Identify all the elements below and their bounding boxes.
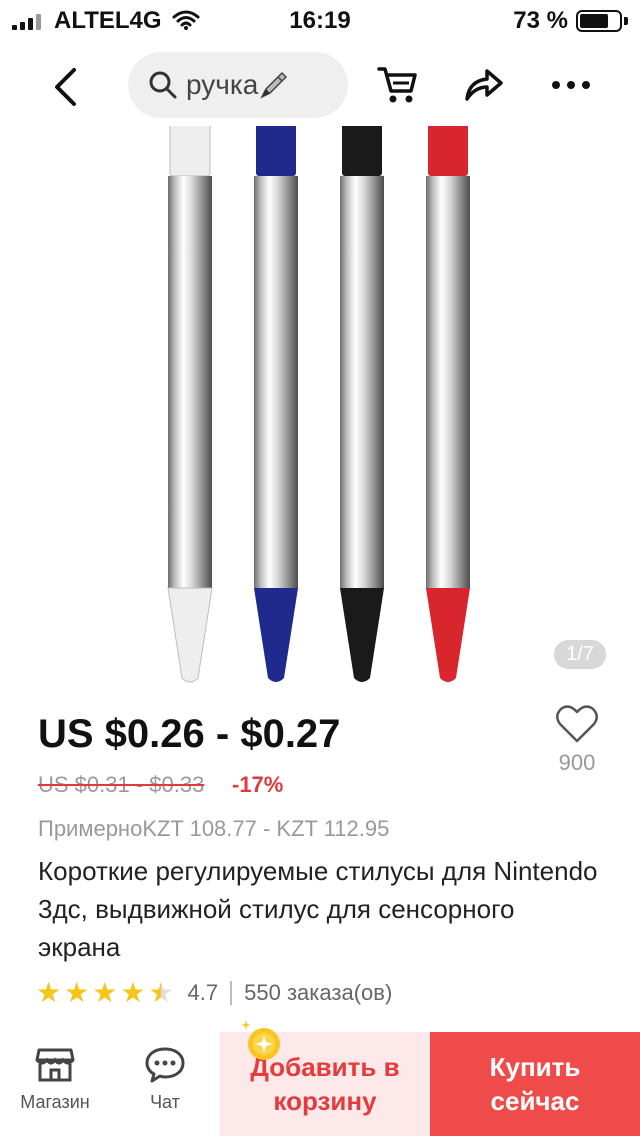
half-star-icon: ★ <box>148 977 174 1008</box>
image-counter: 1/7 <box>554 640 606 669</box>
more-button[interactable] <box>546 60 596 110</box>
rating-row[interactable]: ★ ★ ★ ★ ★ 4.7 550 заказа(ов) <box>36 978 392 1008</box>
wishlist-button[interactable]: 900 <box>552 704 602 776</box>
battery-percent: 73 % <box>513 7 568 34</box>
orders-count: 550 заказа(ов) <box>244 980 393 1005</box>
back-button[interactable] <box>40 62 90 112</box>
heart-icon <box>556 705 598 743</box>
chat-tab[interactable]: Чат <box>120 1046 210 1113</box>
search-icon <box>149 71 177 99</box>
divider <box>230 981 233 1005</box>
coin-icon <box>241 1020 280 1060</box>
price: US $0.26 - $0.27 <box>38 712 341 756</box>
search-query: ручка <box>186 69 259 100</box>
buy-now-button[interactable]: Купить сейчас <box>430 1032 640 1136</box>
discount-badge: -17% <box>232 772 284 797</box>
bottom-action-bar: Магазин Чат Добавить в корзину Купить се… <box>0 1020 640 1136</box>
stylus-1 <box>167 126 213 683</box>
rating-stars: ★ ★ ★ ★ ★ <box>36 979 174 1007</box>
chat-icon <box>145 1047 185 1083</box>
cart-button[interactable] <box>372 60 422 110</box>
star-icon: ★ <box>64 977 90 1008</box>
old-price: US $0.31 - $0.33 <box>38 772 205 797</box>
store-tab[interactable]: Магазин <box>10 1046 100 1113</box>
battery-cap <box>624 17 628 25</box>
rating-value: 4.7 <box>187 980 219 1005</box>
product-image-gallery[interactable]: 1/7 <box>0 126 640 692</box>
pen-icon <box>260 71 288 99</box>
star-icon: ★ <box>92 977 118 1008</box>
star-icon: ★ <box>36 977 62 1008</box>
product-image <box>167 126 470 683</box>
nav-bar: ручка <box>0 42 640 126</box>
wishlist-count: 900 <box>558 750 596 775</box>
store-icon <box>35 1048 75 1082</box>
back-icon <box>55 68 76 106</box>
approx-price: ПримерноKZT 108.77 - KZT 112.95 <box>38 816 390 841</box>
star-icon: ★ <box>120 977 146 1008</box>
product-title: Короткие регулируемые стилусы для Ninten… <box>38 856 598 962</box>
cart-icon <box>377 67 417 103</box>
chat-label: Чат <box>150 1092 180 1112</box>
store-label: Магазин <box>20 1092 90 1112</box>
share-icon <box>465 69 503 101</box>
stylus-2 <box>254 126 298 682</box>
battery-icon <box>576 10 622 32</box>
share-button[interactable] <box>458 60 508 110</box>
stylus-4 <box>426 126 470 682</box>
search-input[interactable]: ручка <box>128 52 348 118</box>
status-bar: ALTEL4G 16:19 73 % <box>0 0 640 42</box>
more-icon <box>552 81 590 89</box>
stylus-3 <box>340 126 384 682</box>
